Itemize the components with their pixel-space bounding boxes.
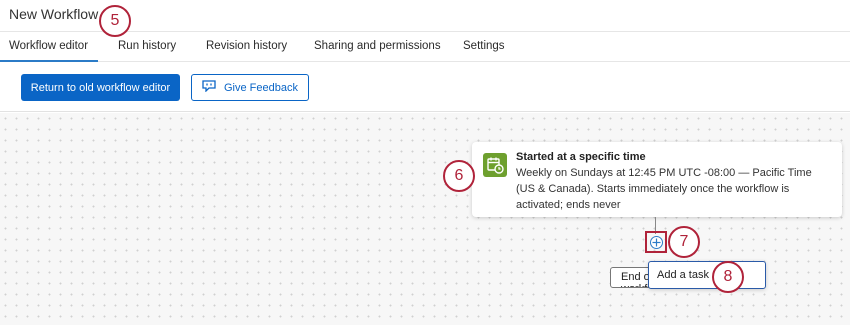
callout-marker: 5 bbox=[99, 5, 131, 37]
tab-bar: Workflow editor Run history Revision his… bbox=[0, 31, 850, 62]
trigger-card[interactable]: Started at a specific time Weekly on Sun… bbox=[472, 142, 842, 217]
trigger-title: Started at a specific time bbox=[516, 151, 646, 163]
trigger-description: Weekly on Sundays at 12:45 PM UTC -08:00… bbox=[516, 167, 812, 211]
comment-icon bbox=[202, 80, 216, 95]
give-feedback-button[interactable]: Give Feedback bbox=[191, 74, 309, 101]
give-feedback-label: Give Feedback bbox=[224, 81, 298, 94]
calendar-clock-icon bbox=[483, 153, 507, 177]
tab-revision-history[interactable]: Revision history bbox=[206, 40, 287, 52]
tab-run-history[interactable]: Run history bbox=[118, 40, 176, 52]
callout-marker: 7 bbox=[668, 226, 700, 258]
return-to-old-editor-label: Return to old workflow editor bbox=[30, 81, 171, 94]
tab-workflow-editor[interactable]: Workflow editor bbox=[9, 40, 88, 52]
add-a-task-menu-item[interactable]: Add a task bbox=[648, 261, 766, 289]
return-to-old-editor-button[interactable]: Return to old workflow editor bbox=[21, 74, 180, 101]
callout-marker: 6 bbox=[443, 160, 475, 192]
toolbar: Return to old workflow editor Give Feedb… bbox=[0, 62, 850, 112]
add-step-plus-icon[interactable] bbox=[650, 236, 663, 249]
tab-settings[interactable]: Settings bbox=[463, 40, 505, 52]
callout-marker: 8 bbox=[712, 261, 744, 293]
workflow-title: New Workflow bbox=[9, 6, 99, 22]
tab-sharing-and-permissions[interactable]: Sharing and permissions bbox=[314, 40, 441, 52]
